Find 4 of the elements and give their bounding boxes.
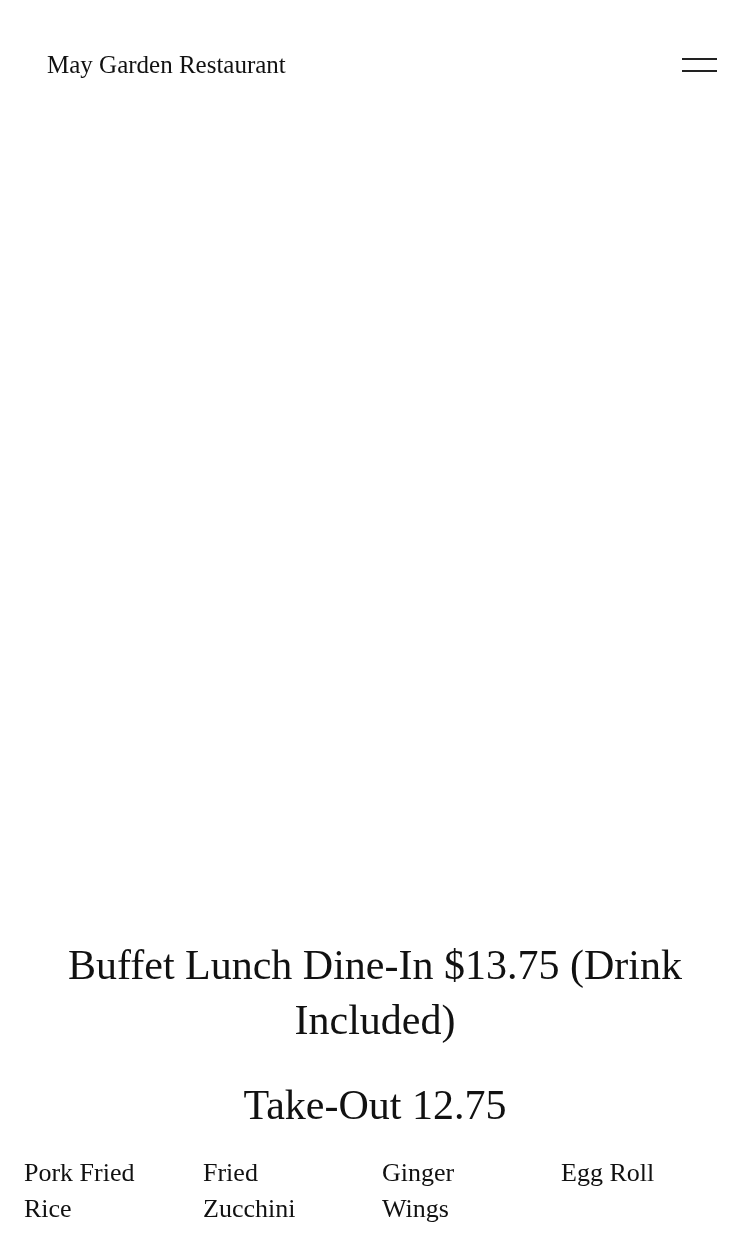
menu-heading: Buffet Lunch Dine-In $13.75 (Drink Included) — [67, 941, 683, 1045]
menu-icon[interactable] — [682, 58, 717, 72]
menu-subheading: Take-Out 12.75 — [242, 1081, 508, 1130]
site-title[interactable]: May Garden Restaurant — [47, 46, 286, 84]
